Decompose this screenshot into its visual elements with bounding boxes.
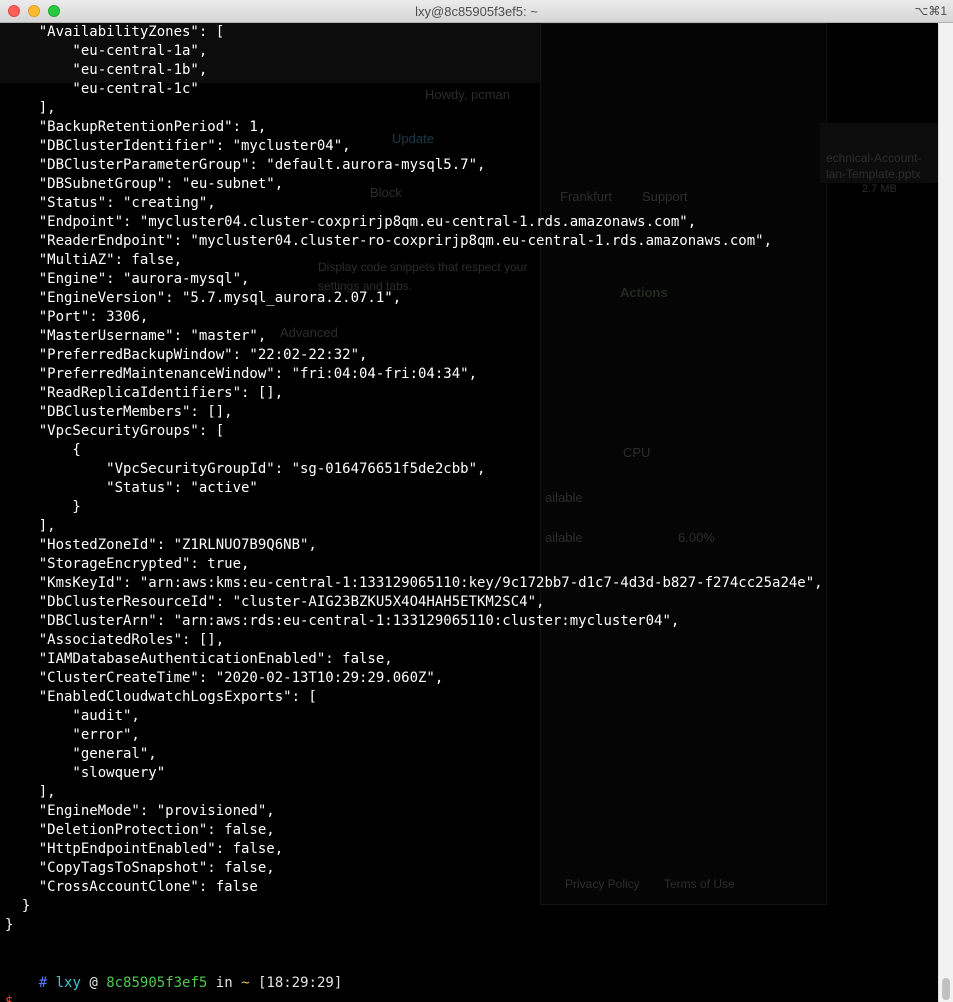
terminal-line: "Status": "active" bbox=[5, 480, 258, 496]
terminal-line: "Status": "creating", bbox=[5, 195, 216, 211]
terminal-line: "Port": 3306, bbox=[5, 309, 149, 325]
terminal-line: "VpcSecurityGroups": [ bbox=[5, 423, 225, 439]
terminal-line: "ReadReplicaIdentifiers": [], bbox=[5, 385, 284, 401]
terminal-line: "DBClusterMembers": [], bbox=[5, 404, 233, 420]
prompt-in: in bbox=[215, 975, 233, 991]
terminal-line: "DBSubnetGroup": "eu-subnet", bbox=[5, 176, 284, 192]
terminal-line: "ClusterCreateTime": "2020-02-13T10:29:2… bbox=[5, 670, 444, 686]
ghost-file-name-2: lan-Template.pptx bbox=[826, 167, 921, 181]
prompt-time: [18:29:29] bbox=[257, 975, 343, 991]
terminal-line: "PreferredMaintenanceWindow": "fri:04:04… bbox=[5, 366, 478, 382]
terminal-line: "CrossAccountClone": false bbox=[5, 879, 258, 895]
terminal-scrollbar[interactable] bbox=[938, 23, 953, 1002]
terminal-line: "audit", bbox=[5, 708, 140, 724]
terminal-line: "eu-central-1a", bbox=[5, 43, 208, 59]
ghost-file-size: 2.7 MB bbox=[862, 183, 897, 195]
terminal-line: "DBClusterIdentifier": "mycluster04", bbox=[5, 138, 351, 154]
terminal-line: } bbox=[5, 917, 14, 933]
scrollbar-thumb[interactable] bbox=[942, 978, 950, 1000]
shell-prompt: # lxy @ 8c85905f3ef5 in ~ [18:29:29] $ bbox=[5, 955, 342, 1002]
terminal-view[interactable]: Howdy, pcman Update Frankfurt Support Bl… bbox=[0, 23, 938, 1002]
terminal-line: "DBClusterArn": "arn:aws:rds:eu-central-… bbox=[5, 613, 680, 629]
terminal-line: } bbox=[5, 499, 81, 515]
terminal-line: ], bbox=[5, 518, 56, 534]
terminal-line: } bbox=[5, 898, 31, 914]
prompt-symbol: $ bbox=[5, 994, 14, 1002]
terminal-line: "StorageEncrypted": true, bbox=[5, 556, 250, 572]
terminal-line: "EngineMode": "provisioned", bbox=[5, 803, 275, 819]
terminal-line: ], bbox=[5, 100, 56, 116]
terminal-line: "IAMDatabaseAuthenticationEnabled": fals… bbox=[5, 651, 393, 667]
ghost-file-name-1: echnical-Account- bbox=[826, 151, 922, 165]
terminal-line: "CopyTagsToSnapshot": false, bbox=[5, 860, 275, 876]
terminal-line: "HostedZoneId": "Z1RLNUO7B9Q6NB", bbox=[5, 537, 317, 553]
terminal-line: "MasterUsername": "master", bbox=[5, 328, 267, 344]
prompt-at: @ bbox=[89, 975, 98, 991]
window-title: lxy@8c85905f3ef5: ~ bbox=[415, 4, 538, 19]
terminal-line: "ReaderEndpoint": "mycluster04.cluster-r… bbox=[5, 233, 773, 249]
prompt-host: 8c85905f3ef5 bbox=[106, 975, 208, 991]
terminal-output: "AvailabilityZones": [ "eu-central-1a", … bbox=[5, 23, 823, 935]
terminal-line: "slowquery" bbox=[5, 765, 166, 781]
terminal-line: "VpcSecurityGroupId": "sg-016476651f5de2… bbox=[5, 461, 486, 477]
terminal-line: "AssociatedRoles": [], bbox=[5, 632, 225, 648]
terminal-line: "general", bbox=[5, 746, 157, 762]
prompt-directory: ~ bbox=[241, 975, 250, 991]
terminal-line: "DeletionProtection": false, bbox=[5, 822, 275, 838]
terminal-line: "error", bbox=[5, 727, 140, 743]
terminal-line: { bbox=[5, 442, 81, 458]
terminal-line: "KmsKeyId": "arn:aws:kms:eu-central-1:13… bbox=[5, 575, 823, 591]
terminal-line: "DbClusterResourceId": "cluster-AIG23BZK… bbox=[5, 594, 545, 610]
terminal-line: "EngineVersion": "5.7.mysql_aurora.2.07.… bbox=[5, 290, 402, 306]
terminal-line: "eu-central-1b", bbox=[5, 62, 208, 78]
terminal-line: "PreferredBackupWindow": "22:02-22:32", bbox=[5, 347, 368, 363]
terminal-line: "AvailabilityZones": [ bbox=[5, 24, 225, 40]
terminal-line: "MultiAZ": false, bbox=[5, 252, 183, 268]
terminal-line: "eu-central-1c" bbox=[5, 81, 199, 97]
prompt-user: lxy bbox=[55, 975, 81, 991]
terminal-line: "Engine": "aurora-mysql", bbox=[5, 271, 250, 287]
terminal-line: "EnabledCloudwatchLogsExports": [ bbox=[5, 689, 317, 705]
prompt-hash: # bbox=[38, 975, 48, 991]
terminal-line: "DBClusterParameterGroup": "default.auro… bbox=[5, 157, 486, 173]
terminal-line: "BackupRetentionPeriod": 1, bbox=[5, 119, 267, 135]
terminal-line: ], bbox=[5, 784, 56, 800]
window-titlebar: lxy@8c85905f3ef5: ~ ⌥⌘1 bbox=[0, 0, 953, 23]
terminal-line: "Endpoint": "mycluster04.cluster-coxprir… bbox=[5, 214, 697, 230]
terminal-line: "HttpEndpointEnabled": false, bbox=[5, 841, 284, 857]
window-shortcut: ⌥⌘1 bbox=[914, 4, 947, 18]
